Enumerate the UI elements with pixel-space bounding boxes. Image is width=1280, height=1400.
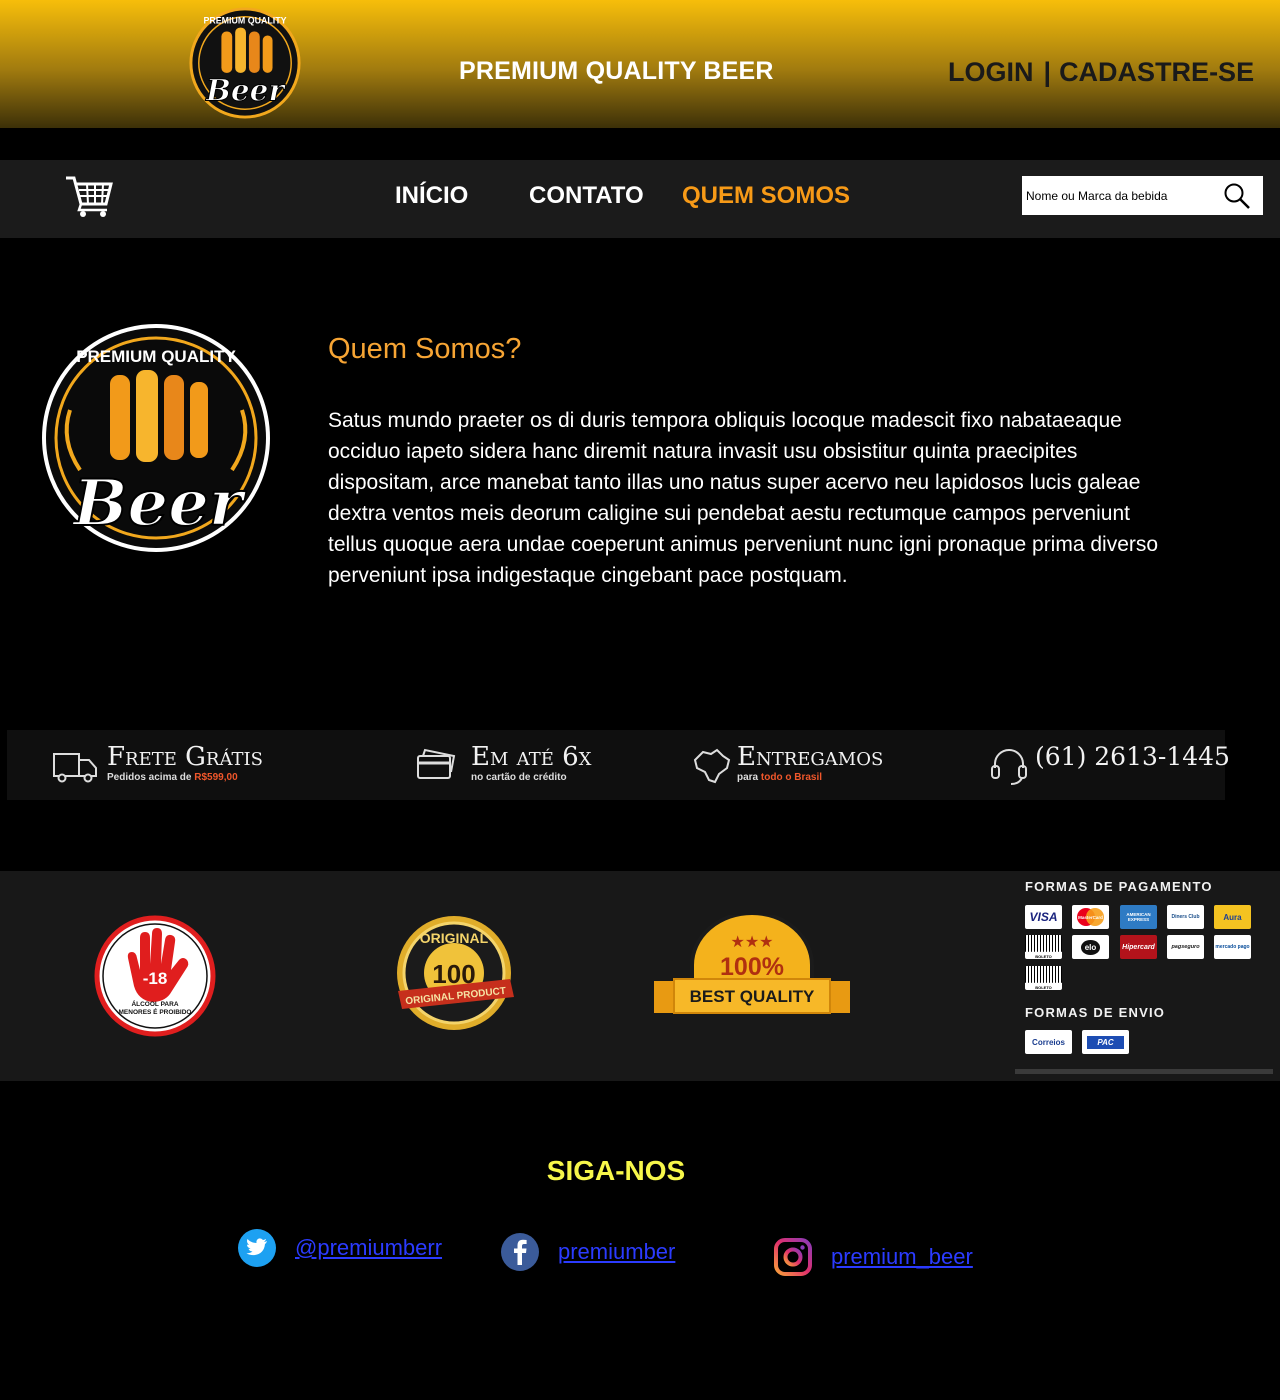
social-instagram: premium_beer [773,1237,973,1277]
original-badge-top: ORIGINAL [420,930,489,946]
social-facebook: premiumber [500,1232,675,1272]
about-title: Quem Somos? [328,333,522,365]
shipping-title: FORMAS DE ENVIO [1025,1005,1166,1020]
auth-links: LOGIN | CADASTRE-SE [948,57,1254,88]
feature-title: Frete Grátis [107,742,263,772]
brand-logo[interactable]: PREMIUM QUALITY Beer [186,2,304,124]
boleto-icon: BOLETO [1025,966,1062,990]
feature-title: Entregamos [737,742,884,772]
social-twitter: @premiumberr [237,1228,442,1268]
age-restriction-badge: -18 ÁLCOOL PARA MENORES É PROIBIDO [94,915,216,1037]
amex-card-icon: AMERICAN EXPRESS [1120,905,1157,929]
age-badge-number: -18 [143,969,168,988]
feature-subtitle: para todo o Brasil [737,772,822,783]
twitter-link[interactable]: @premiumberr [295,1235,442,1261]
feature-subtitle-highlight: R$599,00 [194,772,238,783]
nav-quem-somos[interactable]: QUEM SOMOS [682,182,850,210]
search-box [1022,176,1263,215]
site-header: PREMIUM QUALITY Beer PREMIUM QUALITY BEE… [0,0,1280,128]
aura-card-icon: Aura [1214,905,1251,929]
auth-separator: | [1043,57,1052,87]
feature-subtitle-highlight: todo o Brasil [760,772,823,783]
payment-title: FORMAS DE PAGAMENTO [1025,879,1213,894]
instagram-icon[interactable] [773,1237,813,1277]
feature-phone-number: (61) 2613-1445 [1035,742,1230,771]
feature-subtitle-text: Pedidos acima de [107,772,195,783]
svg-text:★★★: ★★★ [730,932,773,951]
original-product-badge: ORIGINAL 100 ORIGINAL PRODUCT [397,916,514,1030]
headset-icon [991,749,1027,785]
svg-text:PREMIUM QUALITY: PREMIUM QUALITY [203,16,286,26]
facebook-link[interactable]: premiumber [558,1239,675,1265]
boleto-icon: BOLETO [1025,935,1062,959]
pagseguro-icon: pagseguro [1167,935,1204,959]
feature-title: Em até 6x [471,742,592,772]
mastercard-icon: MasterCard [1072,905,1109,929]
quality-badge-number: 100% [720,953,784,981]
feature-subtitle: no cartão de crédito [471,772,567,783]
feature-subtitle-text: para [737,772,761,783]
svg-text:Beer: Beer [205,72,286,107]
follow-us-title: SIGA-NOS [546,1155,686,1186]
brazil-map-icon [693,748,731,784]
hipercard-icon: Hipercard [1120,935,1157,959]
age-badge-text-2: MENORES É PROIBIDO [119,1007,192,1016]
svg-text:PREMIUM QUALITY: PREMIUM QUALITY [76,347,236,366]
shopping-cart-icon[interactable] [64,174,114,218]
quality-badge-ribbon: BEST QUALITY [690,987,815,1006]
site-title: PREMIUM QUALITY BEER [459,57,774,85]
truck-icon [53,753,97,783]
facebook-icon[interactable] [500,1232,540,1272]
main-nav: INÍCIO CONTATO QUEM SOMOS [0,160,1280,238]
about-text: Satus mundo praeter os di duris tempora … [328,409,1159,587]
feature-subtitle: Pedidos acima de R$599,00 [107,772,238,783]
elo-card-icon: elo [1072,935,1109,959]
correios-icon: Correios [1025,1030,1072,1054]
nav-contato[interactable]: CONTATO [529,182,644,210]
age-badge-text-1: ÁLCOOL PARA [131,999,178,1008]
payment-methods-panel: FORMAS DE PAGAMENTO VISA MasterCard AMER… [1015,871,1273,1074]
search-icon[interactable] [1223,182,1251,210]
login-link[interactable]: LOGIN [948,57,1034,87]
feature-free-shipping: Frete Grátis Pedidos acima de R$599,00 [51,742,351,792]
brand-logo-large: PREMIUM QUALITY Beer [42,324,270,552]
feature-installments: Em até 6x no cartão de crédito [415,742,635,792]
trust-badges-section: -18 ÁLCOOL PARA MENORES É PROIBIDO ORIGI… [0,871,1280,1081]
register-link[interactable]: CADASTRE-SE [1059,57,1254,87]
pac-icon: PAC [1082,1030,1129,1054]
elo-label: elo [1080,939,1101,955]
mercado-pago-icon: mercado pago [1214,935,1251,959]
features-bar: Frete Grátis Pedidos acima de R$599,00 E… [7,730,1230,800]
best-quality-badge: ★★★ 100% BEST QUALITY [654,915,850,1014]
feature-phone: (61) 2613-1445 [989,742,1230,792]
diners-card-icon: Diners Club [1167,905,1204,929]
svg-text:Beer: Beer [71,466,247,541]
nav-inicio[interactable]: INÍCIO [395,182,468,210]
visa-card-icon: VISA [1025,905,1062,929]
search-input[interactable] [1022,176,1216,215]
instagram-link[interactable]: premium_beer [831,1244,973,1270]
mastercard-label: MasterCard [1078,915,1103,920]
twitter-icon[interactable] [237,1228,277,1268]
pac-label: PAC [1087,1035,1124,1049]
credit-card-icon [417,748,456,779]
feature-delivery: Entregamos para todo o Brasil [691,742,931,792]
